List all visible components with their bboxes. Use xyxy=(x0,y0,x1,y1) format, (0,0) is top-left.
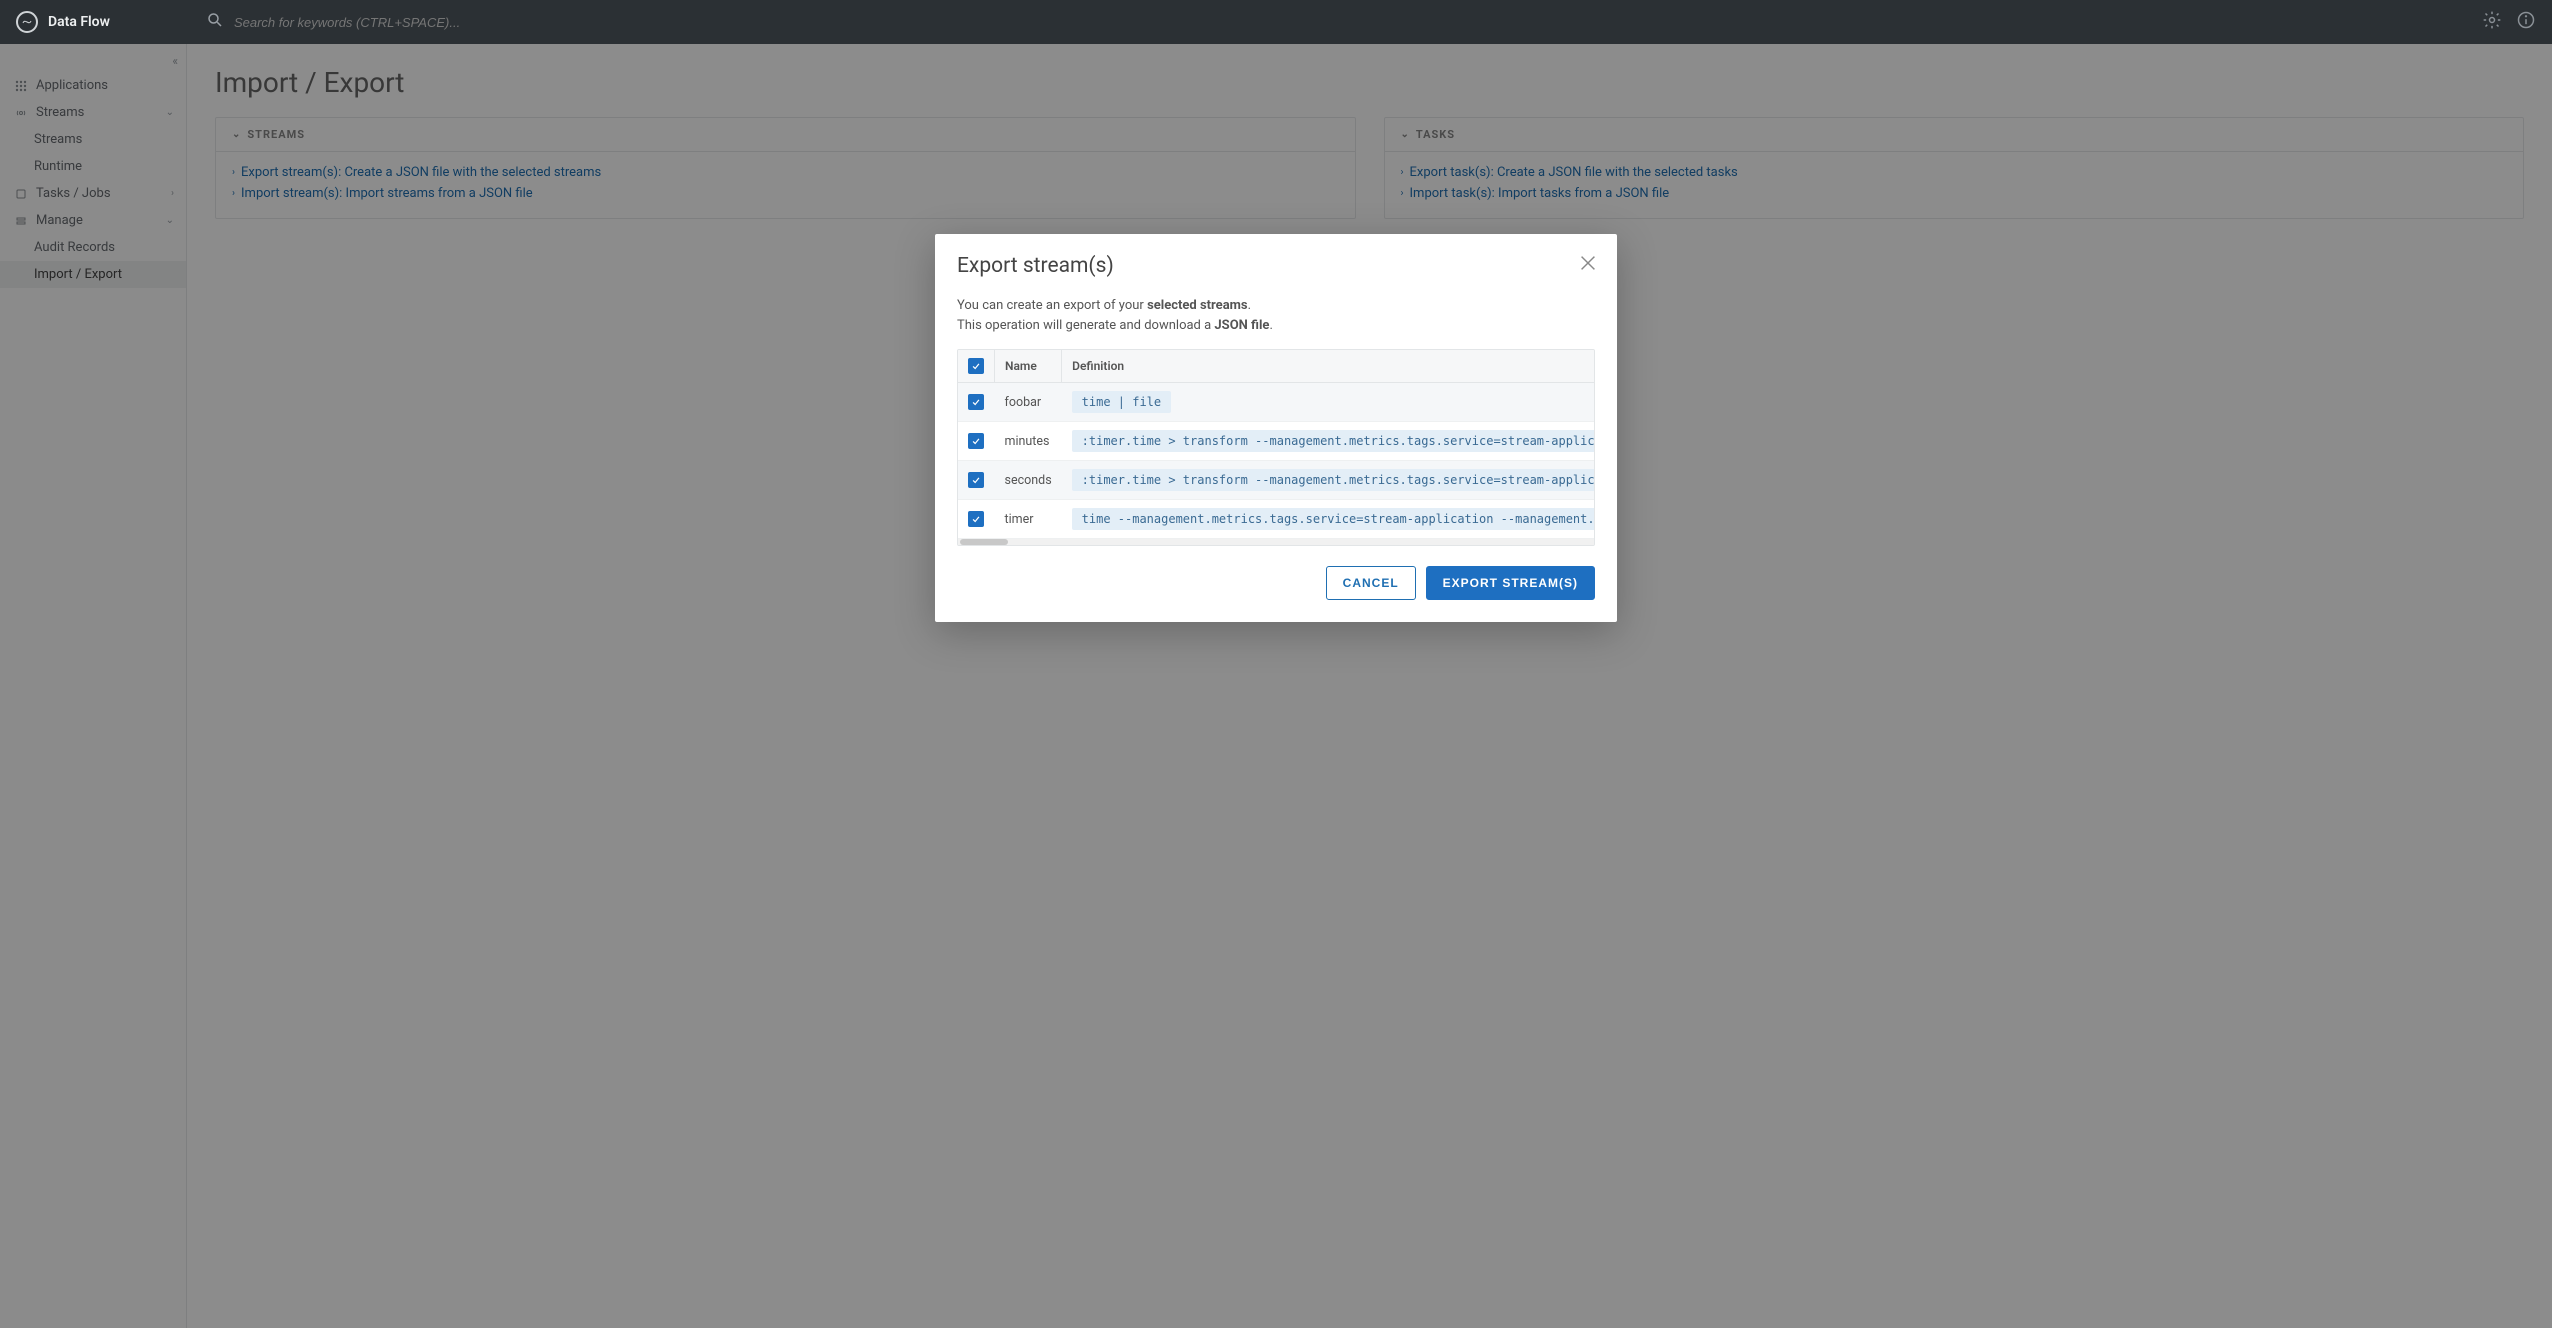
close-icon[interactable] xyxy=(1577,252,1599,274)
modal-overlay[interactable]: Export stream(s) You can create an expor… xyxy=(0,44,2552,1328)
search-input[interactable] xyxy=(234,15,2466,30)
modal-desc-text: . xyxy=(1248,298,1251,313)
modal-desc-text: You can create an export of your xyxy=(957,298,1147,313)
scrollbar-thumb[interactable] xyxy=(960,539,1008,545)
cancel-button[interactable]: CANCEL xyxy=(1326,566,1416,600)
export-streams-modal: Export stream(s) You can create an expor… xyxy=(935,234,1617,622)
search-area xyxy=(126,11,2466,33)
cell-definition: time | file xyxy=(1072,391,1171,413)
streams-table: Name Definition foobar time | file minut xyxy=(958,350,1595,539)
brand-logo-icon xyxy=(16,11,38,33)
modal-desc-bold: selected streams xyxy=(1147,298,1248,313)
topbar-actions xyxy=(2482,10,2536,34)
checkbox-row[interactable] xyxy=(968,511,984,527)
table-row[interactable]: minutes :timer.time > transform --manage… xyxy=(958,422,1595,461)
modal-desc-text: This operation will generate and downloa… xyxy=(957,318,1214,333)
export-streams-button[interactable]: EXPORT STREAM(S) xyxy=(1426,566,1595,600)
topbar: Data Flow xyxy=(0,0,2552,44)
column-header-name: Name xyxy=(995,350,1062,383)
table-row[interactable]: foobar time | file xyxy=(958,383,1595,422)
cell-name: foobar xyxy=(995,383,1062,422)
modal-title: Export stream(s) xyxy=(957,254,1595,278)
cell-name: seconds xyxy=(995,461,1062,500)
modal-desc-bold: JSON file xyxy=(1214,318,1269,333)
checkbox-row[interactable] xyxy=(968,394,984,410)
brand: Data Flow xyxy=(16,11,110,33)
search-icon xyxy=(206,11,224,33)
streams-table-wrap: Name Definition foobar time | file minut xyxy=(957,349,1595,546)
column-header-definition: Definition xyxy=(1062,350,1595,383)
brand-name: Data Flow xyxy=(48,14,110,30)
modal-actions: CANCEL EXPORT STREAM(S) xyxy=(957,566,1595,600)
cell-name: minutes xyxy=(995,422,1062,461)
horizontal-scrollbar[interactable] xyxy=(958,539,1594,545)
checkbox-row[interactable] xyxy=(968,433,984,449)
table-row[interactable]: seconds :timer.time > transform --manage… xyxy=(958,461,1595,500)
cell-definition: :timer.time > transform --management.met… xyxy=(1072,430,1595,452)
info-icon[interactable] xyxy=(2516,10,2536,34)
modal-desc-text: . xyxy=(1269,318,1272,333)
cell-name: timer xyxy=(995,500,1062,539)
checkbox-select-all[interactable] xyxy=(968,358,984,374)
gear-icon[interactable] xyxy=(2482,10,2502,34)
modal-description: You can create an export of your selecte… xyxy=(957,296,1595,335)
cell-definition: time --management.metrics.tags.service=s… xyxy=(1072,508,1595,530)
cell-definition: :timer.time > transform --management.met… xyxy=(1072,469,1595,491)
checkbox-row[interactable] xyxy=(968,472,984,488)
table-row[interactable]: timer time --management.metrics.tags.ser… xyxy=(958,500,1595,539)
